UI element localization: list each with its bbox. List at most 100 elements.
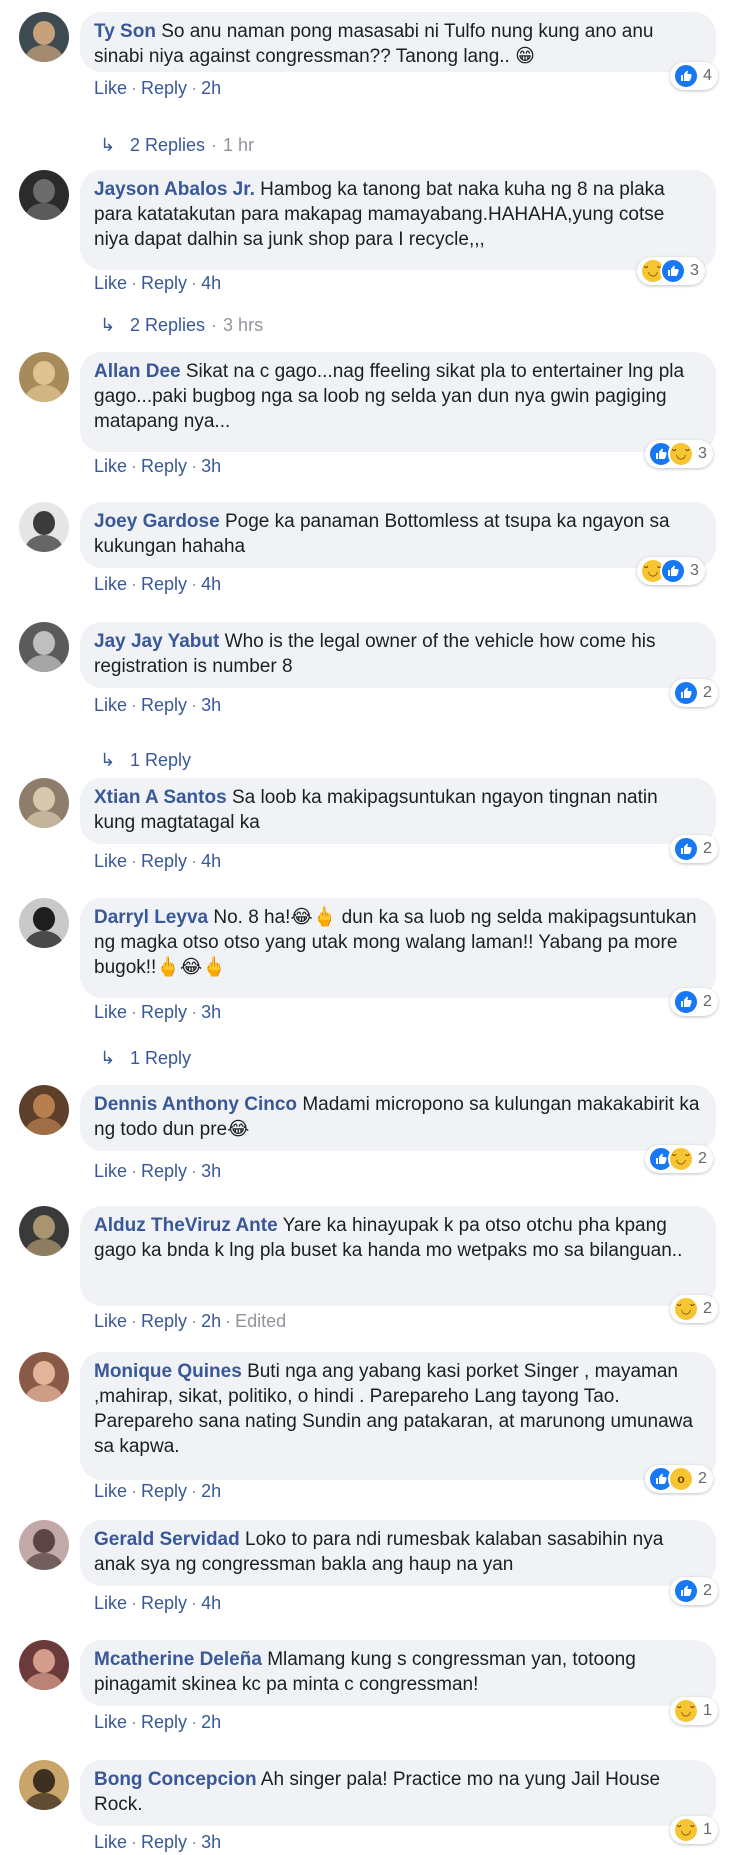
like-link[interactable]: Like: [94, 1593, 127, 1613]
comment-actions: Like · Reply · 3h: [94, 1159, 221, 1183]
avatar[interactable]: [19, 622, 69, 672]
avatar[interactable]: [19, 1760, 69, 1810]
comment-timestamp[interactable]: 3h: [201, 1161, 221, 1181]
comment-author[interactable]: Jayson Abalos Jr.: [94, 179, 255, 200]
view-replies-link[interactable]: ↳ 2 Replies · 1 hr: [100, 133, 254, 157]
like-link[interactable]: Like: [94, 1481, 127, 1501]
reply-link[interactable]: Reply: [141, 851, 187, 871]
comment-timestamp[interactable]: 2h: [201, 1481, 221, 1501]
haha-reaction-icon: ˘◡˘: [668, 441, 694, 467]
reply-link[interactable]: Reply: [141, 1481, 187, 1501]
comment-timestamp[interactable]: 2h: [201, 1712, 221, 1732]
avatar[interactable]: [19, 1085, 69, 1135]
comment-timestamp[interactable]: 3h: [201, 1832, 221, 1852]
reply-link[interactable]: Reply: [141, 695, 187, 715]
comment-author[interactable]: Darryl Leyva: [94, 907, 208, 928]
reply-link[interactable]: Reply: [141, 1832, 187, 1852]
comment-author[interactable]: Ty Son: [94, 21, 156, 42]
reaction-summary[interactable]: ˘◡˘ 2: [645, 1145, 713, 1173]
comment-author[interactable]: Dennis Anthony Cinco: [94, 1094, 297, 1115]
reply-link[interactable]: Reply: [141, 1311, 187, 1331]
reaction-summary[interactable]: 2: [670, 679, 718, 707]
reaction-summary[interactable]: ˘◡˘ 3: [637, 557, 705, 585]
reaction-summary[interactable]: ˘◡˘ 3: [645, 440, 713, 468]
view-replies-link[interactable]: ↳ 1 Reply: [100, 748, 191, 772]
reply-link[interactable]: Reply: [141, 1002, 187, 1022]
comment-bubble: Jayson Abalos Jr. Hambog ka tanong bat n…: [80, 170, 716, 270]
reply-link[interactable]: Reply: [141, 78, 187, 98]
wow-reaction-icon: o: [668, 1466, 694, 1492]
comment-author[interactable]: Xtian A Santos: [94, 787, 227, 808]
comment-author[interactable]: Monique Quines: [94, 1361, 242, 1382]
separator-dot: ·: [191, 695, 198, 715]
like-link[interactable]: Like: [94, 456, 127, 476]
reaction-summary[interactable]: 2: [670, 1577, 718, 1605]
avatar[interactable]: [19, 1520, 69, 1570]
reaction-count: 2: [703, 1582, 712, 1599]
avatar[interactable]: [19, 170, 69, 220]
reaction-summary[interactable]: o2: [645, 1465, 713, 1493]
reaction-summary[interactable]: ˘◡˘ 1: [670, 1816, 718, 1844]
comment-timestamp[interactable]: 3h: [201, 695, 221, 715]
comment-timestamp[interactable]: 4h: [201, 1593, 221, 1613]
separator-dot: ·: [191, 1311, 198, 1331]
replies-count[interactable]: 2 Replies: [130, 135, 205, 155]
reaction-summary[interactable]: 2: [670, 835, 718, 863]
view-replies-link[interactable]: ↳ 1 Reply: [100, 1046, 191, 1070]
reply-link[interactable]: Reply: [141, 574, 187, 594]
like-link[interactable]: Like: [94, 695, 127, 715]
comment-bubble: Joey Gardose Poge ka panaman Bottomless …: [80, 502, 716, 568]
avatar[interactable]: [19, 12, 69, 62]
haha-reaction-icon: ˘◡˘: [673, 1817, 699, 1843]
comment-author[interactable]: Gerald Servidad: [94, 1529, 240, 1550]
comment-timestamp[interactable]: 4h: [201, 574, 221, 594]
replies-count[interactable]: 2 Replies: [130, 315, 205, 335]
avatar[interactable]: [19, 1352, 69, 1402]
like-link[interactable]: Like: [94, 1832, 127, 1852]
reaction-summary[interactable]: 2: [670, 988, 718, 1016]
comment-timestamp[interactable]: 4h: [201, 273, 221, 293]
avatar[interactable]: [19, 352, 69, 402]
like-link[interactable]: Like: [94, 1002, 127, 1022]
separator-dot: ·: [191, 78, 198, 98]
like-link[interactable]: Like: [94, 273, 127, 293]
like-link[interactable]: Like: [94, 78, 127, 98]
comment-timestamp[interactable]: 2h: [201, 1311, 221, 1331]
comment-bubble: Darryl Leyva No. 8 ha!😂🖕 dun ka sa luob …: [80, 898, 716, 998]
like-link[interactable]: Like: [94, 1712, 127, 1732]
reply-arrow-icon: ↳: [100, 750, 116, 770]
comment-author[interactable]: Joey Gardose: [94, 511, 220, 532]
comment-author[interactable]: Mcatherine Deleña: [94, 1649, 262, 1670]
reply-link[interactable]: Reply: [141, 456, 187, 476]
like-link[interactable]: Like: [94, 1161, 127, 1181]
comment-timestamp[interactable]: 4h: [201, 851, 221, 871]
avatar[interactable]: [19, 1640, 69, 1690]
replies-count[interactable]: 1 Reply: [130, 750, 191, 770]
comment-author[interactable]: Bong Concepcion: [94, 1769, 257, 1790]
reply-link[interactable]: Reply: [141, 1161, 187, 1181]
comment-bubble: Jay Jay Yabut Who is the legal owner of …: [80, 622, 716, 688]
reaction-summary[interactable]: ˘◡˘ 3: [637, 257, 705, 285]
comment-author[interactable]: Allan Dee: [94, 361, 181, 382]
avatar[interactable]: [19, 778, 69, 828]
replies-count[interactable]: 1 Reply: [130, 1048, 191, 1068]
like-link[interactable]: Like: [94, 1311, 127, 1331]
like-link[interactable]: Like: [94, 851, 127, 871]
comment-author[interactable]: Jay Jay Yabut: [94, 631, 219, 652]
like-link[interactable]: Like: [94, 574, 127, 594]
comment-timestamp[interactable]: 3h: [201, 456, 221, 476]
reaction-summary[interactable]: ˘◡˘ 2: [670, 1295, 718, 1323]
reaction-summary[interactable]: ˘◡˘ 1: [670, 1697, 718, 1725]
comment-timestamp[interactable]: 2h: [201, 78, 221, 98]
reply-link[interactable]: Reply: [141, 1593, 187, 1613]
comment-timestamp[interactable]: 3h: [201, 1002, 221, 1022]
reply-link[interactable]: Reply: [141, 1712, 187, 1732]
avatar[interactable]: [19, 502, 69, 552]
avatar[interactable]: [19, 898, 69, 948]
reaction-summary[interactable]: 4: [670, 62, 718, 90]
avatar[interactable]: [19, 1206, 69, 1256]
reply-link[interactable]: Reply: [141, 273, 187, 293]
comment-author[interactable]: Alduz TheViruz Ante: [94, 1215, 278, 1236]
edited-label[interactable]: Edited: [235, 1311, 286, 1331]
view-replies-link[interactable]: ↳ 2 Replies · 3 hrs: [100, 313, 263, 337]
